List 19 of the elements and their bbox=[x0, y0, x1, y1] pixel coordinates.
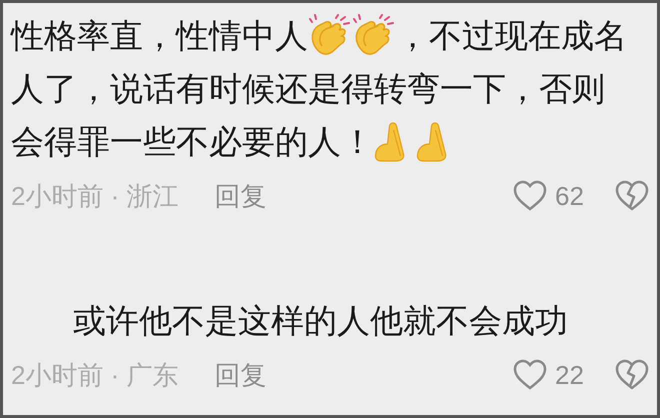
comment-meta: 2小时前 · 广东 bbox=[11, 358, 179, 392]
broken-heart-icon[interactable] bbox=[615, 180, 649, 212]
comment-text: 性格率直，性情中人 bbox=[11, 16, 308, 56]
reply-link[interactable]: 回复 bbox=[214, 356, 267, 394]
pointing-hands-icon bbox=[374, 121, 406, 162]
comment-text: ，不过现在成名 bbox=[396, 16, 627, 56]
comment-text: 人了，说话有时候还是得转弯一下，否则 bbox=[11, 68, 605, 109]
clapping-hands-icon bbox=[352, 14, 396, 58]
comment-text: 会得罪一些不必要的人！ bbox=[11, 122, 374, 162]
heart-icon[interactable] bbox=[513, 180, 547, 212]
clapping-hands-icon bbox=[308, 14, 352, 58]
like-count: 22 bbox=[555, 358, 585, 392]
comment-meta: 2小时前 · 浙江 bbox=[11, 180, 179, 212]
pointing-hands-icon bbox=[416, 121, 448, 162]
like-count: 62 bbox=[555, 180, 585, 212]
comment-text: 或许他不是这样的人他就不会成功 bbox=[73, 300, 568, 341]
reply-link[interactable]: 回复 bbox=[214, 176, 267, 216]
broken-heart-icon[interactable] bbox=[615, 359, 649, 391]
heart-icon[interactable] bbox=[513, 359, 547, 391]
